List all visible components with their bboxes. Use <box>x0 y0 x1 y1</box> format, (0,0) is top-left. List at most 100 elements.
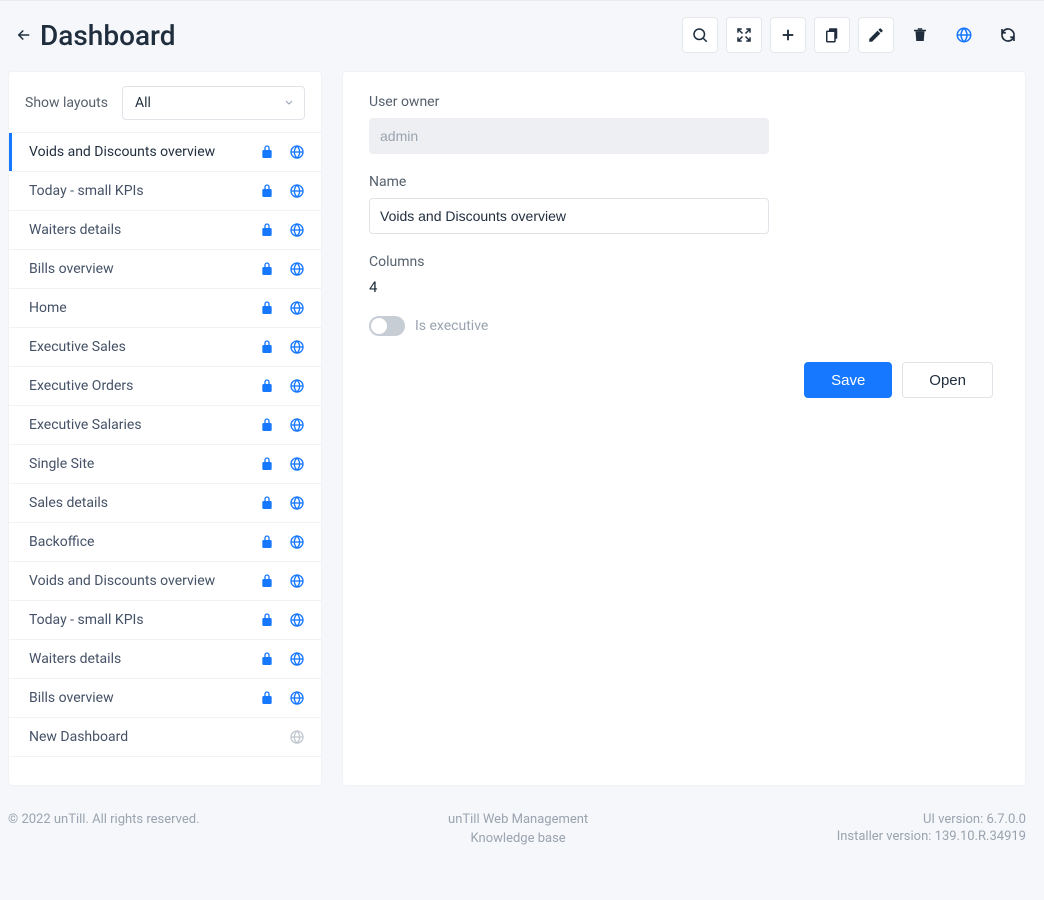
search-icon <box>691 26 709 44</box>
layout-item[interactable]: New Dashboard <box>9 718 321 757</box>
layout-item[interactable]: Backoffice <box>9 523 321 562</box>
globe-icon <box>289 534 305 550</box>
layout-item-icons <box>259 144 305 160</box>
globe-icon <box>289 144 305 160</box>
globe-icon <box>289 417 305 433</box>
main-panel: User owner Name Columns 4 Is executive S… <box>342 71 1026 786</box>
layout-item-label: Today - small KPIs <box>29 183 259 199</box>
layout-item-label: Executive Sales <box>29 339 259 355</box>
lock-icon <box>259 690 275 706</box>
layout-item[interactable]: Sales details <box>9 484 321 523</box>
layout-item-icons <box>259 612 305 628</box>
copy-icon <box>823 26 841 44</box>
layout-item-label: Executive Orders <box>29 378 259 394</box>
fullscreen-icon <box>735 26 753 44</box>
is-executive-label: Is executive <box>415 318 488 334</box>
layout-item-icons <box>289 729 305 745</box>
layout-item-icons <box>259 573 305 589</box>
sidebar-filter: Show layouts All <box>9 72 321 132</box>
layout-item-icons <box>259 417 305 433</box>
content: Show layouts All Voids and Discounts ove… <box>0 71 1044 786</box>
lock-icon <box>259 183 275 199</box>
lock-icon <box>259 612 275 628</box>
layout-item-icons <box>259 690 305 706</box>
add-button[interactable] <box>770 17 806 53</box>
layout-item[interactable]: Home <box>9 289 321 328</box>
layout-item-label: Waiters details <box>29 222 259 238</box>
layout-item-label: Home <box>29 300 259 316</box>
footer-kb-link[interactable]: Knowledge base <box>200 831 837 846</box>
globe-icon <box>289 222 305 238</box>
lock-icon <box>259 261 275 277</box>
back-arrow-icon[interactable] <box>14 25 34 45</box>
fullscreen-button[interactable] <box>726 17 762 53</box>
layout-item[interactable]: Bills overview <box>9 250 321 289</box>
layout-list[interactable]: Voids and Discounts overview Today - smal… <box>9 132 321 785</box>
name-label: Name <box>369 174 769 190</box>
save-button[interactable]: Save <box>804 362 892 398</box>
footer-ui-version: UI version: 6.7.0.0 <box>837 812 1026 827</box>
layout-item[interactable]: Executive Salaries <box>9 406 321 445</box>
lock-icon <box>259 144 275 160</box>
lock-icon <box>259 378 275 394</box>
page-title: Dashboard <box>40 19 175 52</box>
search-button[interactable] <box>682 17 718 53</box>
layout-item-label: Bills overview <box>29 690 259 706</box>
footer-installer-version: Installer version: 139.10.R.34919 <box>837 829 1026 844</box>
pencil-icon <box>867 26 885 44</box>
layout-item[interactable]: Voids and Discounts overview <box>9 562 321 601</box>
layout-item-label: Bills overview <box>29 261 259 277</box>
layout-item-icons <box>259 261 305 277</box>
globe-icon <box>289 300 305 316</box>
delete-button[interactable] <box>902 17 938 53</box>
globe-button[interactable] <box>946 17 982 53</box>
filter-select[interactable]: All <box>122 86 305 120</box>
lock-icon <box>259 339 275 355</box>
lock-icon <box>259 456 275 472</box>
layout-item-label: Today - small KPIs <box>29 612 259 628</box>
lock-icon <box>259 417 275 433</box>
is-executive-toggle[interactable] <box>369 316 405 336</box>
layout-item-label: New Dashboard <box>29 729 289 745</box>
toolbar <box>682 17 1026 53</box>
globe-icon <box>289 729 305 745</box>
layout-item[interactable]: Today - small KPIs <box>9 172 321 211</box>
globe-icon <box>289 456 305 472</box>
layout-item[interactable]: Single Site <box>9 445 321 484</box>
lock-icon <box>259 534 275 550</box>
user-owner-input <box>369 118 769 154</box>
layout-item[interactable]: Executive Orders <box>9 367 321 406</box>
topbar: Dashboard <box>0 0 1044 71</box>
layout-item-label: Voids and Discounts overview <box>29 573 259 589</box>
footer-product: unTill Web Management <box>200 812 837 827</box>
layout-item[interactable]: Bills overview <box>9 679 321 718</box>
name-input[interactable] <box>369 198 769 234</box>
layout-item-label: Voids and Discounts overview <box>29 144 259 160</box>
layout-item[interactable]: Waiters details <box>9 640 321 679</box>
layout-item-label: Sales details <box>29 495 259 511</box>
layout-item[interactable]: Today - small KPIs <box>9 601 321 640</box>
trash-icon <box>911 26 929 44</box>
globe-icon <box>289 183 305 199</box>
layout-item[interactable]: Executive Sales <box>9 328 321 367</box>
layout-item-label: Backoffice <box>29 534 259 550</box>
copy-button[interactable] <box>814 17 850 53</box>
layout-item[interactable]: Voids and Discounts overview <box>9 133 321 172</box>
globe-icon <box>289 495 305 511</box>
layout-item-icons <box>259 495 305 511</box>
layout-item-icons <box>259 222 305 238</box>
lock-icon <box>259 300 275 316</box>
refresh-button[interactable] <box>990 17 1026 53</box>
globe-icon <box>289 612 305 628</box>
columns-label: Columns <box>369 254 769 270</box>
user-owner-label: User owner <box>369 94 769 110</box>
open-button[interactable]: Open <box>902 362 993 398</box>
filter-label: Show layouts <box>25 95 108 111</box>
globe-icon <box>289 651 305 667</box>
layout-item-icons <box>259 534 305 550</box>
globe-icon <box>289 261 305 277</box>
layout-item[interactable]: Waiters details <box>9 211 321 250</box>
edit-button[interactable] <box>858 17 894 53</box>
layout-item-label: Waiters details <box>29 651 259 667</box>
layout-item-icons <box>259 300 305 316</box>
